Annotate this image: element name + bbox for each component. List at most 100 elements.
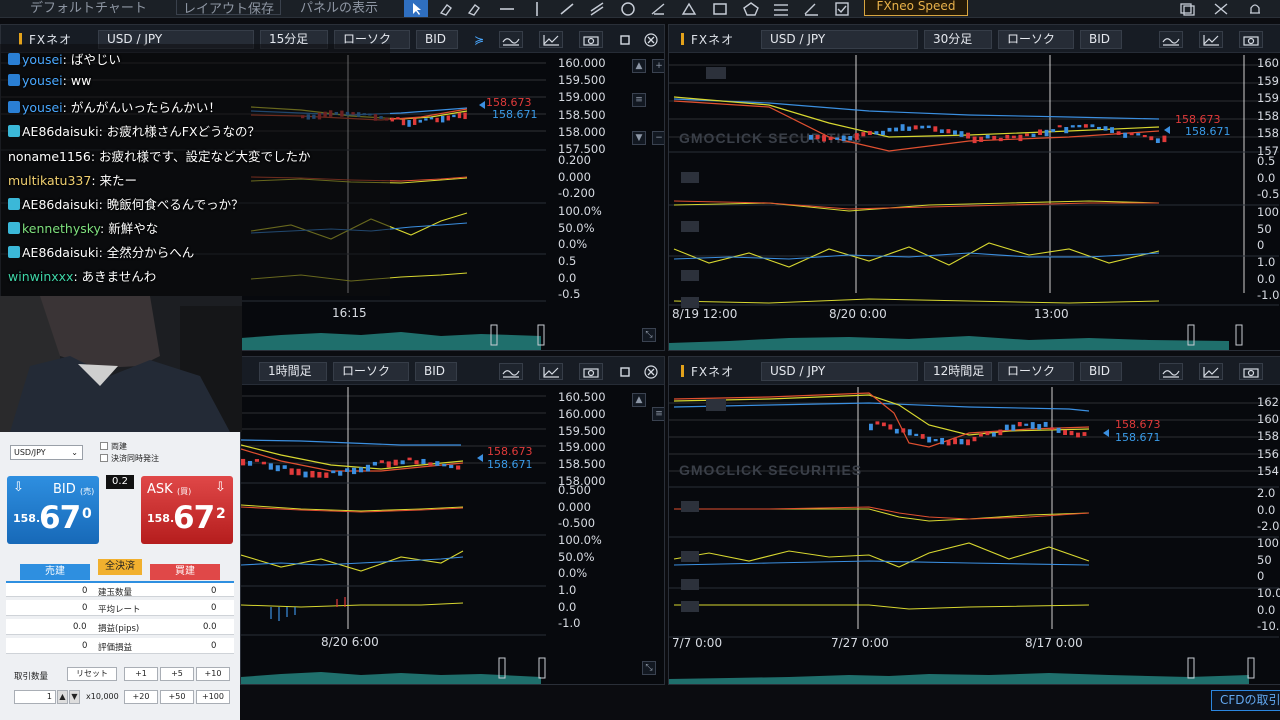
panel-resize-icon[interactable]: ⤡ xyxy=(642,328,656,342)
candle xyxy=(1056,427,1061,433)
zoom-in-icon[interactable]: ≡ xyxy=(652,407,664,421)
menu-icon[interactable]: ≡ xyxy=(632,93,646,107)
plus50-button[interactable]: +50 xyxy=(160,690,194,704)
panel-resize-icon[interactable]: ⤡ xyxy=(642,661,656,675)
panel-show-menu[interactable]: パネルの表示 xyxy=(300,0,378,16)
settle-all-button[interactable]: 全決済 xyxy=(98,559,142,575)
chat-message: AE86daisuki: お疲れ様さんFXどうなの？ xyxy=(8,121,260,140)
trend-line-icon[interactable] xyxy=(556,0,578,17)
price-type-select[interactable]: BID xyxy=(1080,362,1122,381)
candle xyxy=(317,471,322,478)
bid-price-label: 158.671 xyxy=(492,108,538,121)
sell-open-button[interactable]: 売建 xyxy=(20,564,90,580)
cfd-trade-button[interactable]: CFDの取引 xyxy=(1211,690,1280,711)
candle xyxy=(449,464,454,469)
ask-buy-button[interactable]: ASK (買) ⇩ 158. 67 2 xyxy=(141,476,233,544)
eraser-icon[interactable] xyxy=(434,0,456,17)
symbol-select[interactable]: USD / JPY xyxy=(761,362,918,381)
price-type-select[interactable]: BID xyxy=(1080,30,1122,49)
indicator-icon[interactable] xyxy=(499,31,523,48)
plus10-button[interactable]: +10 xyxy=(196,667,230,681)
scroll-down-icon[interactable]: ▼ xyxy=(632,131,646,145)
plus1-button[interactable]: +1 xyxy=(124,667,158,681)
horizontal-line-icon[interactable] xyxy=(496,0,518,17)
plus100-button[interactable]: +100 xyxy=(196,690,230,704)
plus5-button[interactable]: +5 xyxy=(160,667,194,681)
chart-expand-icon[interactable] xyxy=(539,363,563,380)
channel-line-icon[interactable] xyxy=(586,0,608,17)
candle xyxy=(1024,423,1029,426)
indicator-icon[interactable] xyxy=(1159,31,1183,48)
timeframe-select[interactable]: 12時間足 xyxy=(924,362,992,381)
time-axis-label: 8/20 6:00 xyxy=(321,635,379,649)
chart-expand-icon[interactable] xyxy=(539,31,563,48)
chart-canvas[interactable]: GMOCLICK SECURITIES xyxy=(669,385,1280,685)
checkbox-icon[interactable] xyxy=(831,0,853,17)
chart-type-select[interactable]: ローソク xyxy=(998,30,1074,49)
layout-save-button[interactable]: レイアウト保存 xyxy=(176,0,282,17)
cursor-tool-icon[interactable] xyxy=(404,0,428,17)
fibonacci-icon[interactable] xyxy=(647,0,669,17)
kessai-checkbox[interactable]: 決済同時発注 xyxy=(100,453,159,464)
symbol-select[interactable]: USD / JPY xyxy=(761,30,918,49)
candle xyxy=(247,460,253,466)
candle xyxy=(456,465,461,470)
candle xyxy=(1011,424,1016,431)
pen-icon[interactable] xyxy=(800,0,822,17)
fxneo-speed-button[interactable]: FXneo Speed xyxy=(864,0,968,16)
plus20-button[interactable]: +20 xyxy=(124,690,158,704)
qty-down-icon[interactable]: ▼ xyxy=(69,690,80,704)
bid-price-label: 158.671 xyxy=(1185,125,1231,138)
fullscreen-icon[interactable] xyxy=(1210,0,1232,17)
time-axis-label: 13:00 xyxy=(1034,307,1069,321)
qty-up-icon[interactable]: ▲ xyxy=(57,690,68,704)
chart-canvas[interactable]: GMOCLICK SECURITIES xyxy=(669,53,1280,351)
eraser-all-icon[interactable] xyxy=(464,0,486,17)
circle-icon[interactable] xyxy=(617,0,639,17)
minimize-icon[interactable] xyxy=(616,31,634,48)
candle xyxy=(446,115,450,121)
indicator2-axis: 100.0% 50.0% 0.0% xyxy=(558,204,602,251)
candle xyxy=(933,126,938,132)
camera-icon[interactable] xyxy=(579,363,603,380)
close-icon[interactable] xyxy=(642,31,660,48)
chart-expand-icon[interactable] xyxy=(1199,31,1223,48)
zoom-in-icon[interactable]: + xyxy=(652,59,664,73)
rectangle-icon[interactable] xyxy=(709,0,731,17)
scroll-up-icon[interactable]: ▲ xyxy=(632,59,646,73)
chart-type-select[interactable]: ローソク xyxy=(333,362,409,381)
timeframe-select[interactable]: 1時間足 xyxy=(259,362,327,381)
qty-input[interactable]: 1 xyxy=(14,690,56,704)
default-chart-menu[interactable]: デフォルトチャート xyxy=(30,0,147,16)
time-axis-label: 16:15 xyxy=(332,306,367,320)
buy-open-button[interactable]: 買建 xyxy=(150,564,220,580)
bid-sell-button[interactable]: ⇩ BID (売) 158. 67 0 xyxy=(7,476,99,544)
lines-icon[interactable] xyxy=(770,0,792,17)
camera-icon[interactable] xyxy=(1239,31,1263,48)
candle xyxy=(985,134,990,139)
vertical-line-icon[interactable] xyxy=(526,0,548,17)
webcam-image xyxy=(0,296,242,432)
symbol-dropdown[interactable]: USD/JPY ⌄ xyxy=(10,445,83,460)
ryodate-checkbox[interactable]: 両建 xyxy=(100,441,127,452)
candle xyxy=(1129,132,1134,136)
chart-type-select[interactable]: ローソク xyxy=(998,362,1074,381)
reset-button[interactable]: リセット xyxy=(67,667,117,681)
camera-icon[interactable] xyxy=(1239,363,1263,380)
scroll-up-icon[interactable]: ▲ xyxy=(632,393,646,407)
collapse-chevron-icon[interactable]: ≽ xyxy=(467,31,491,48)
window-icon[interactable] xyxy=(1176,0,1198,17)
triangle-icon[interactable] xyxy=(678,0,700,17)
indicator-icon[interactable] xyxy=(499,363,523,380)
price-type-select[interactable]: BID xyxy=(416,30,458,49)
close-icon[interactable] xyxy=(642,363,660,380)
pentagon-icon[interactable] xyxy=(740,0,762,17)
minimize-icon[interactable] xyxy=(616,363,634,380)
chart-expand-icon[interactable] xyxy=(1199,363,1223,380)
bell-icon[interactable] xyxy=(1244,0,1266,17)
timeframe-select[interactable]: 30分足 xyxy=(924,30,992,49)
indicator-icon[interactable] xyxy=(1159,363,1183,380)
price-type-select[interactable]: BID xyxy=(415,362,457,381)
zoom-out-icon[interactable]: − xyxy=(652,131,664,145)
camera-icon[interactable] xyxy=(579,31,603,48)
